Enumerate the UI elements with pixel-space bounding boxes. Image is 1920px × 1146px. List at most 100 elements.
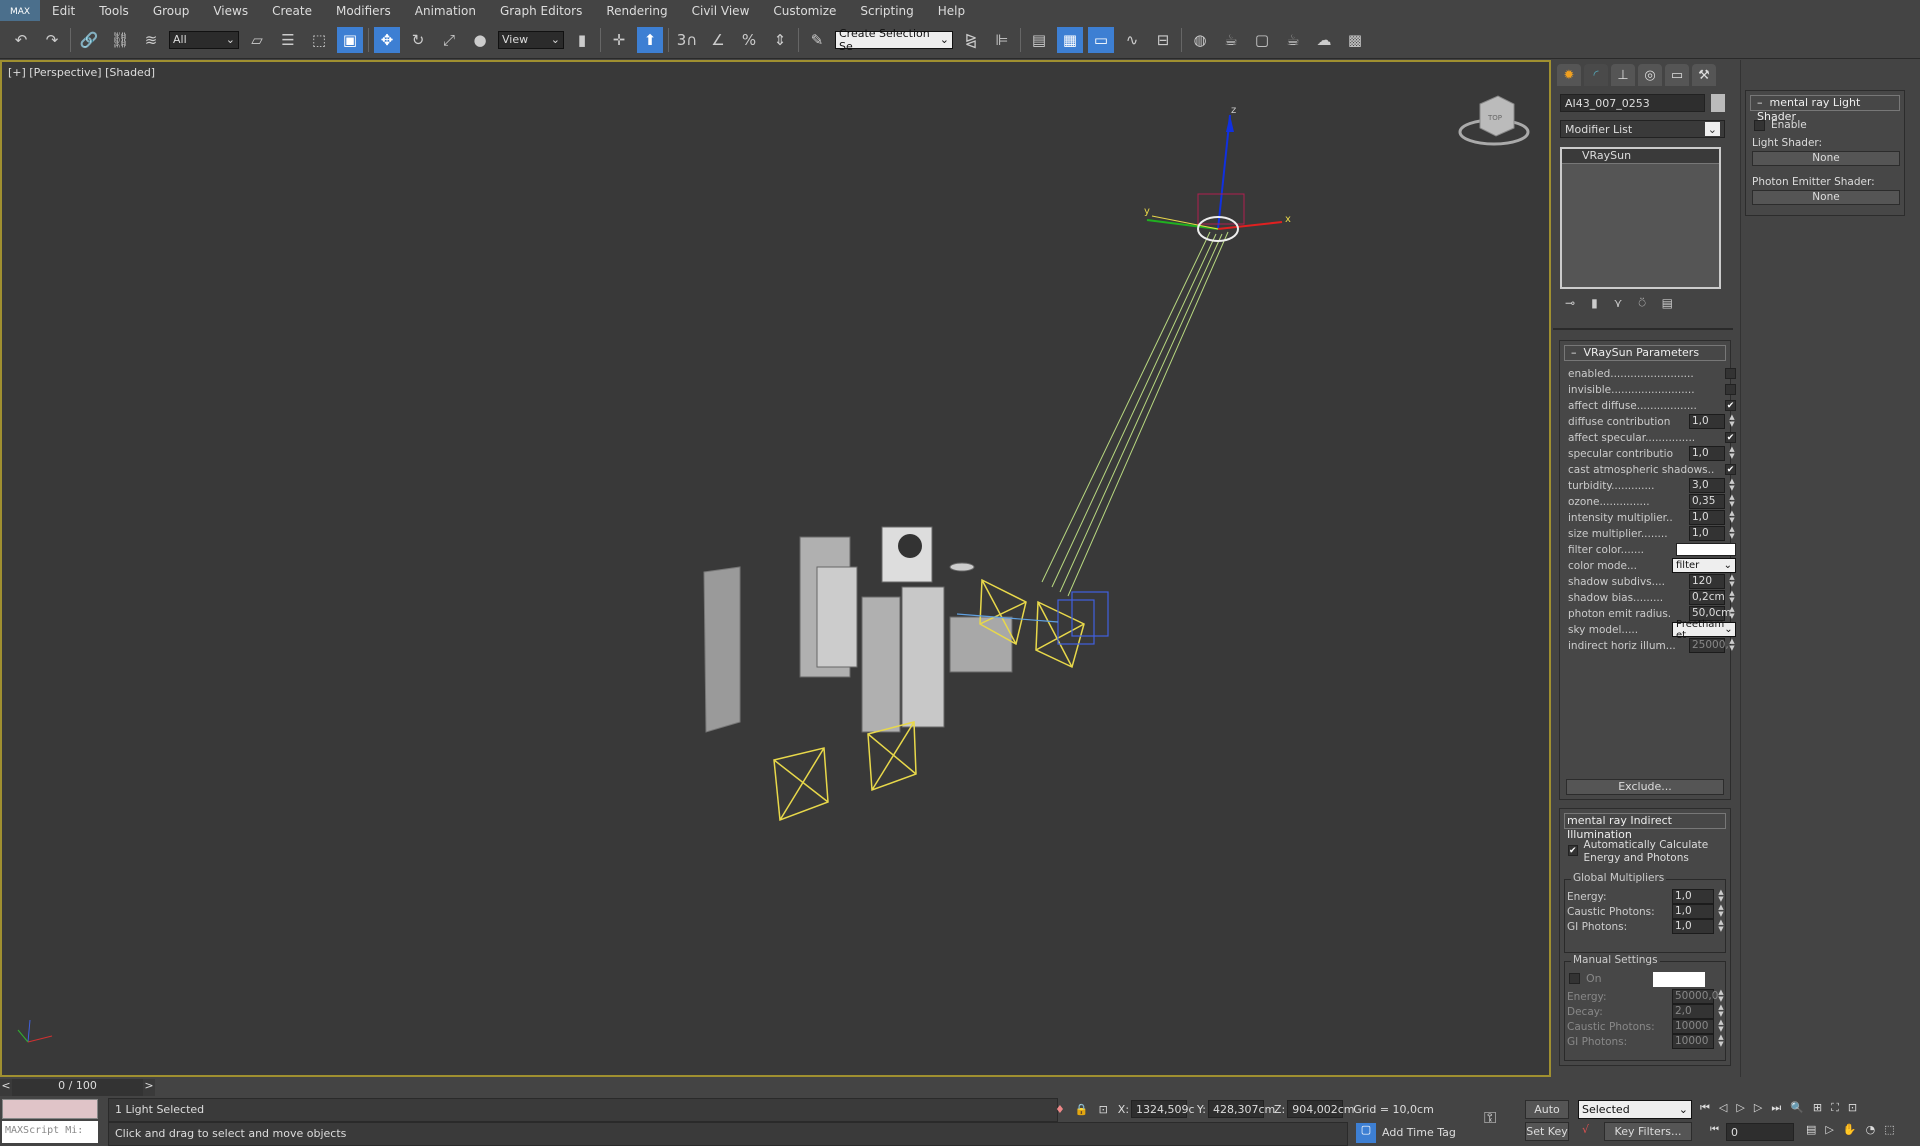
spinner-snap-icon[interactable]: ⇕ [767, 27, 793, 53]
percent-snap-icon[interactable]: % [736, 27, 762, 53]
x-coordinate-field[interactable]: 1324,509c [1131, 1100, 1195, 1118]
field-of-view-icon[interactable]: ▷ [1825, 1123, 1833, 1136]
param-dropdown[interactable]: Preetham et ⌄ [1672, 619, 1736, 641]
angle-snap-icon[interactable]: ∠ [705, 27, 731, 53]
render-setup-icon[interactable]: ☕ [1218, 27, 1244, 53]
param-spinner-field[interactable]: 1,0 [1689, 526, 1725, 541]
selection-lock-icon[interactable]: 🔒 [1075, 1103, 1089, 1116]
schematic-view-icon[interactable]: ⊟ [1150, 27, 1176, 53]
go-to-end-icon[interactable]: ⏭ [1771, 1101, 1781, 1115]
time-configuration-icon[interactable]: ▤ [1806, 1123, 1816, 1136]
play-icon[interactable]: ▷ [1736, 1101, 1744, 1115]
time-slider-frame[interactable]: 0 / 100 [12, 1079, 143, 1096]
zoom-all-icon[interactable]: ⊞ [1813, 1101, 1822, 1115]
auto-calc-checkbox[interactable]: ✔ [1568, 845, 1578, 856]
multiplier-field[interactable]: 1,0 [1672, 904, 1714, 919]
pan-view-icon[interactable]: ✋ [1843, 1123, 1857, 1136]
time-slider-prev[interactable]: < [0, 1079, 12, 1096]
menu-help[interactable]: Help [926, 4, 977, 18]
show-end-result-icon[interactable]: ▮ [1591, 296, 1598, 311]
maximize-viewport-icon[interactable]: ⬚ [1884, 1123, 1894, 1136]
menu-animation[interactable]: Animation [403, 4, 488, 18]
menu-group[interactable]: Group [141, 4, 202, 18]
spinner-arrows-icon[interactable]: ▲ ▼ [1717, 889, 1725, 904]
exclude-button[interactable]: Exclude... [1566, 779, 1724, 795]
spinner-arrows-icon[interactable]: ▲ ▼ [1717, 904, 1725, 919]
spinner-arrows-icon[interactable]: ▲ ▼ [1728, 414, 1736, 429]
curve-editor-icon[interactable]: ∿ [1119, 27, 1145, 53]
menu-civil-view[interactable]: Civil View [680, 4, 762, 18]
app-menu-button[interactable]: MAX [0, 0, 40, 21]
make-unique-icon[interactable]: ⋎ [1614, 296, 1623, 311]
param-spinner-field[interactable]: 0,2cm [1689, 590, 1725, 605]
menu-views[interactable]: Views [201, 4, 260, 18]
current-frame-field[interactable]: 0 [1726, 1123, 1794, 1141]
param-spinner-field[interactable]: 120 [1689, 574, 1725, 589]
reference-coordinate-dropdown[interactable]: View ⌄ [498, 30, 564, 49]
time-slider[interactable]: < 0 / 100 > [0, 1079, 155, 1096]
spinner-arrows-icon[interactable]: ▲ ▼ [1728, 638, 1736, 653]
param-dropdown[interactable]: filter ⌄ [1672, 558, 1736, 573]
photon-emitter-button[interactable]: None [1752, 190, 1900, 205]
layer-explorer-icon[interactable]: ▤ [1026, 27, 1052, 53]
menu-rendering[interactable]: Rendering [594, 4, 679, 18]
select-manipulate-icon[interactable]: ✛ [606, 27, 632, 53]
maxscript-mini-listener[interactable]: MAXScript Mi: [2, 1121, 98, 1143]
spinner-arrows-icon[interactable]: ▲ ▼ [1728, 606, 1736, 621]
multiplier-field[interactable]: 10000 [1672, 1019, 1714, 1034]
spinner-arrows-icon[interactable]: ▲ ▼ [1728, 478, 1736, 493]
display-tab-icon[interactable]: ▭ [1665, 64, 1689, 86]
param-spinner-field[interactable]: 0,35 [1689, 494, 1725, 509]
hierarchy-tab-icon[interactable]: ⊥ [1611, 64, 1635, 86]
param-spinner-field[interactable]: 1,0 [1689, 414, 1725, 429]
set-key-icon[interactable]: ⚿ [1484, 1108, 1496, 1128]
key-tangent-icon[interactable]: √ [1582, 1123, 1589, 1136]
selection-filter-dropdown[interactable]: All ⌄ [169, 30, 239, 49]
key-mode-dropdown[interactable]: Selected ⌄ [1578, 1100, 1692, 1119]
snaps-toggle-icon[interactable]: 3 ∩ [674, 27, 700, 53]
filter-color-swatch[interactable] [1676, 543, 1736, 556]
spinner-arrows-icon[interactable]: ▲ ▼ [1728, 590, 1736, 605]
multiplier-field[interactable]: 2,0 [1672, 1004, 1714, 1019]
key-mode-toggle-icon[interactable]: ⏮ [1710, 1124, 1719, 1135]
select-object-icon[interactable]: ▱ [244, 27, 270, 53]
light-shader-button[interactable]: None [1752, 151, 1900, 166]
add-time-tag-icon[interactable]: ▢ [1356, 1123, 1376, 1143]
maxscript-listener-output[interactable] [2, 1099, 98, 1119]
auto-key-button[interactable]: Auto Key [1525, 1100, 1569, 1133]
toggle-ribbon-icon[interactable]: ▦ [1057, 26, 1083, 53]
menu-create[interactable]: Create [260, 4, 324, 18]
modifier-list-dropdown[interactable]: Modifier List ⌄ [1560, 120, 1725, 138]
zoom-icon[interactable]: 🔍 [1790, 1101, 1804, 1115]
unlink-icon[interactable]: ⛓ [107, 27, 133, 53]
select-and-scale-icon[interactable]: ⤢ [436, 27, 462, 53]
bind-space-warp-icon[interactable]: ≋ [138, 27, 164, 53]
spinner-arrows-icon[interactable]: ▲ ▼ [1728, 526, 1736, 541]
spinner-arrows-icon[interactable]: ▲ ▼ [1717, 1019, 1725, 1034]
window-crossing-icon[interactable]: ▣ [337, 26, 363, 53]
menu-scripting[interactable]: Scripting [848, 4, 925, 18]
spinner-arrows-icon[interactable]: ▲ ▼ [1717, 989, 1725, 1004]
multiplier-field[interactable]: 10000 [1672, 1034, 1714, 1049]
select-and-rotate-icon[interactable]: ↻ [405, 27, 431, 53]
spinner-arrows-icon[interactable]: ▲ ▼ [1728, 574, 1736, 589]
perspective-viewport[interactable]: [+] [Perspective] [Shaded] TOP y x z [0, 60, 1551, 1077]
rollout-header[interactable]: – VRaySun Parameters [1564, 345, 1726, 361]
time-slider-next[interactable]: > [143, 1079, 155, 1096]
manual-color-swatch[interactable] [1653, 972, 1705, 987]
manual-on-checkbox[interactable] [1569, 973, 1580, 984]
param-checkbox[interactable] [1725, 368, 1736, 379]
previous-frame-icon[interactable]: ◁ [1719, 1101, 1727, 1115]
spinner-arrows-icon[interactable]: ▲ ▼ [1717, 1004, 1725, 1019]
spinner-arrows-icon[interactable]: ▲ ▼ [1717, 919, 1725, 934]
pin-stack-icon[interactable]: ⊸ [1565, 296, 1575, 311]
menu-modifiers[interactable]: Modifiers [324, 4, 403, 18]
rectangular-selection-icon[interactable]: ⬚ [306, 27, 332, 53]
spinner-arrows-icon[interactable]: ▲ ▼ [1728, 494, 1736, 509]
absolute-mode-icon[interactable]: ⊡ [1099, 1103, 1108, 1116]
multiplier-field[interactable]: 1,0 [1672, 919, 1714, 934]
enable-checkbox[interactable] [1754, 119, 1765, 131]
select-and-place-icon[interactable]: ● [467, 27, 493, 53]
next-frame-icon[interactable]: ▷ [1754, 1101, 1762, 1115]
rollout-header[interactable]: – mental ray Light Shader [1750, 95, 1900, 123]
